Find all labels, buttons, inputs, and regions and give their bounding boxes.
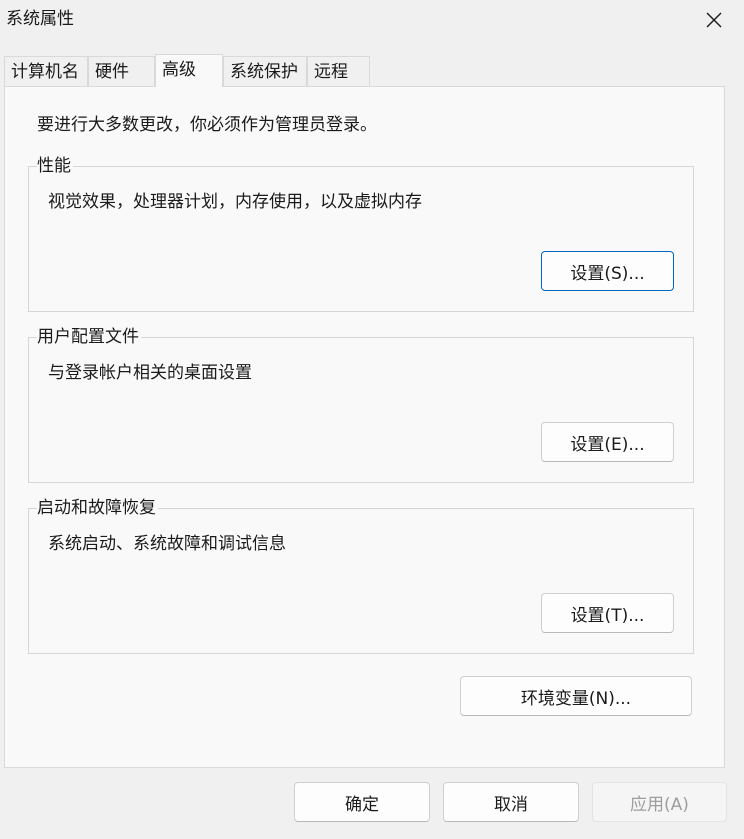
close-button[interactable]: [694, 0, 734, 40]
group-description: 与登录帐户相关的桌面设置: [48, 363, 252, 383]
startup-recovery-group: 启动和故障恢复 系统启动、系统故障和调试信息 设置(T)...: [28, 496, 694, 654]
user-profiles-group: 用户配置文件 与登录帐户相关的桌面设置 设置(E)...: [28, 325, 694, 483]
group-label: 启动和故障恢复: [37, 496, 158, 520]
tab-remote[interactable]: 远程: [307, 56, 370, 86]
tab-strip: 计算机名 硬件 高级 系统保护 远程: [4, 54, 744, 87]
system-properties-dialog: 系统属性 计算机名 硬件 高级 系统保护 远程 要进行大多数更改，你必须作为管理…: [0, 0, 744, 839]
group-description: 视觉效果，处理器计划，内存使用，以及虚拟内存: [48, 192, 422, 212]
tab-system-protection[interactable]: 系统保护: [223, 56, 307, 86]
performance-settings-button[interactable]: 设置(S)...: [541, 251, 674, 291]
user-profiles-settings-button[interactable]: 设置(E)...: [541, 422, 674, 462]
window-title: 系统属性: [6, 9, 74, 29]
apply-button[interactable]: 应用(A): [592, 782, 727, 822]
cancel-button[interactable]: 取消: [443, 782, 579, 822]
tab-hardware[interactable]: 硬件: [88, 56, 155, 86]
performance-group: 性能 视觉效果，处理器计划，内存使用，以及虚拟内存 设置(S)...: [28, 154, 694, 312]
tab-computer-name[interactable]: 计算机名: [4, 56, 88, 86]
advanced-tab-panel: 要进行大多数更改，你必须作为管理员登录。 性能 视觉效果，处理器计划，内存使用，…: [4, 86, 725, 768]
group-description: 系统启动、系统故障和调试信息: [48, 534, 286, 554]
ok-button[interactable]: 确定: [294, 782, 430, 822]
group-label: 性能: [37, 154, 73, 178]
environment-variables-button[interactable]: 环境变量(N)...: [460, 676, 692, 716]
close-icon: [706, 12, 722, 28]
title-bar: 系统属性: [0, 0, 744, 40]
startup-recovery-settings-button[interactable]: 设置(T)...: [541, 593, 674, 633]
group-label: 用户配置文件: [37, 325, 141, 349]
dialog-footer: 确定 取消 应用(A): [0, 768, 744, 839]
tab-advanced[interactable]: 高级: [155, 54, 223, 87]
admin-notice: 要进行大多数更改，你必须作为管理员登录。: [37, 115, 377, 135]
